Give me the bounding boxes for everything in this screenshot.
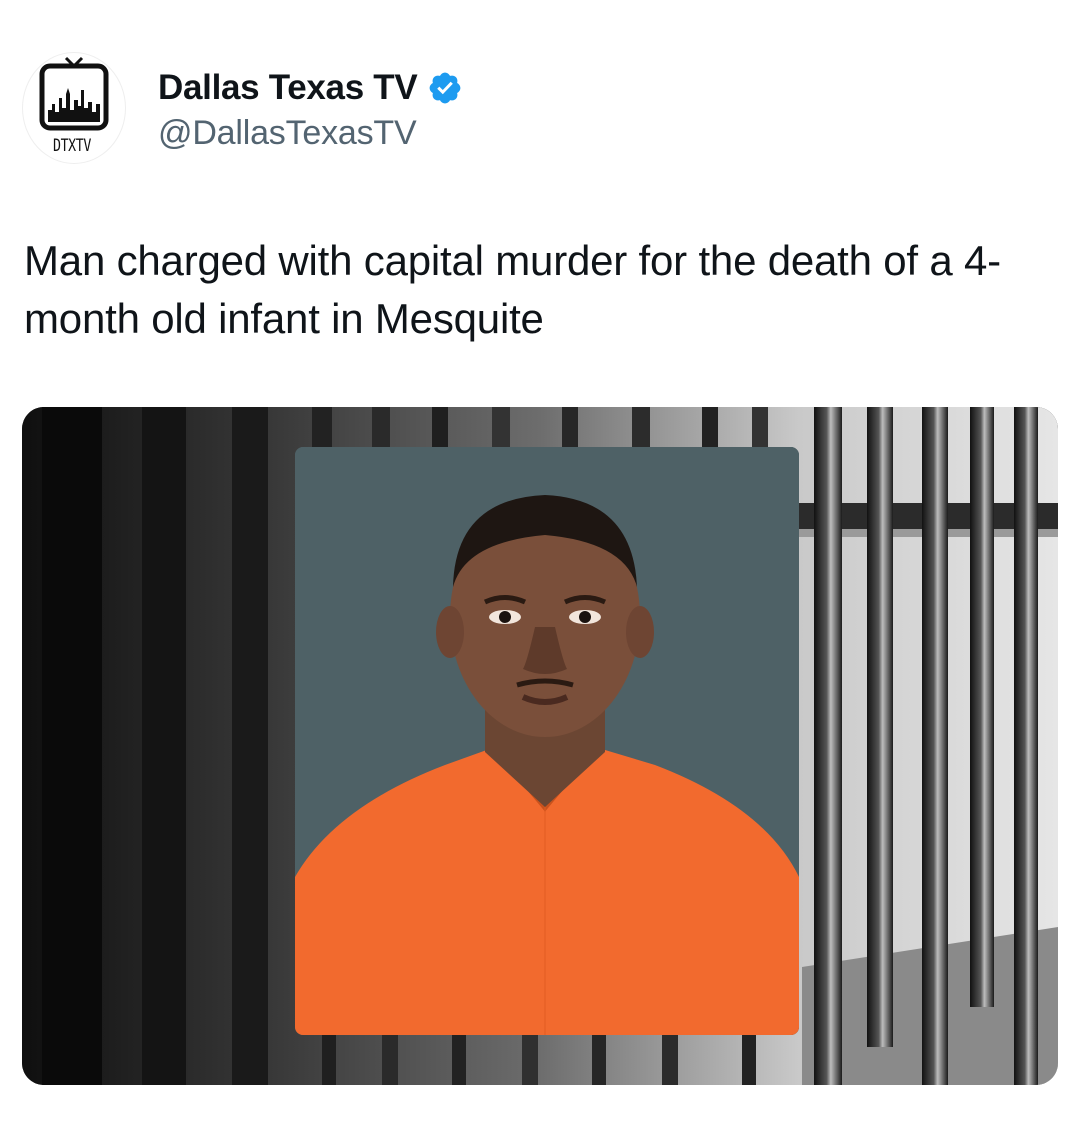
post-text: Man charged with capital murder for the … [24, 237, 1001, 342]
mugshot-photo [295, 447, 799, 1035]
verified-badge-icon [430, 72, 461, 104]
account-handle[interactable]: @DallasTexasTV [158, 114, 417, 153]
profile-avatar[interactable]: DTXTV [22, 52, 126, 164]
person-silhouette-icon [295, 447, 799, 1035]
tweet-card: DTXTV Dallas Texas TV @DallasTexasTV Man… [0, 0, 1080, 1140]
display-name[interactable]: Dallas Texas TV [158, 68, 418, 108]
display-name-row: Dallas Texas TV [158, 66, 463, 110]
avatar-brand-text: DTXTV [53, 136, 91, 156]
post-image[interactable] [22, 407, 1058, 1085]
